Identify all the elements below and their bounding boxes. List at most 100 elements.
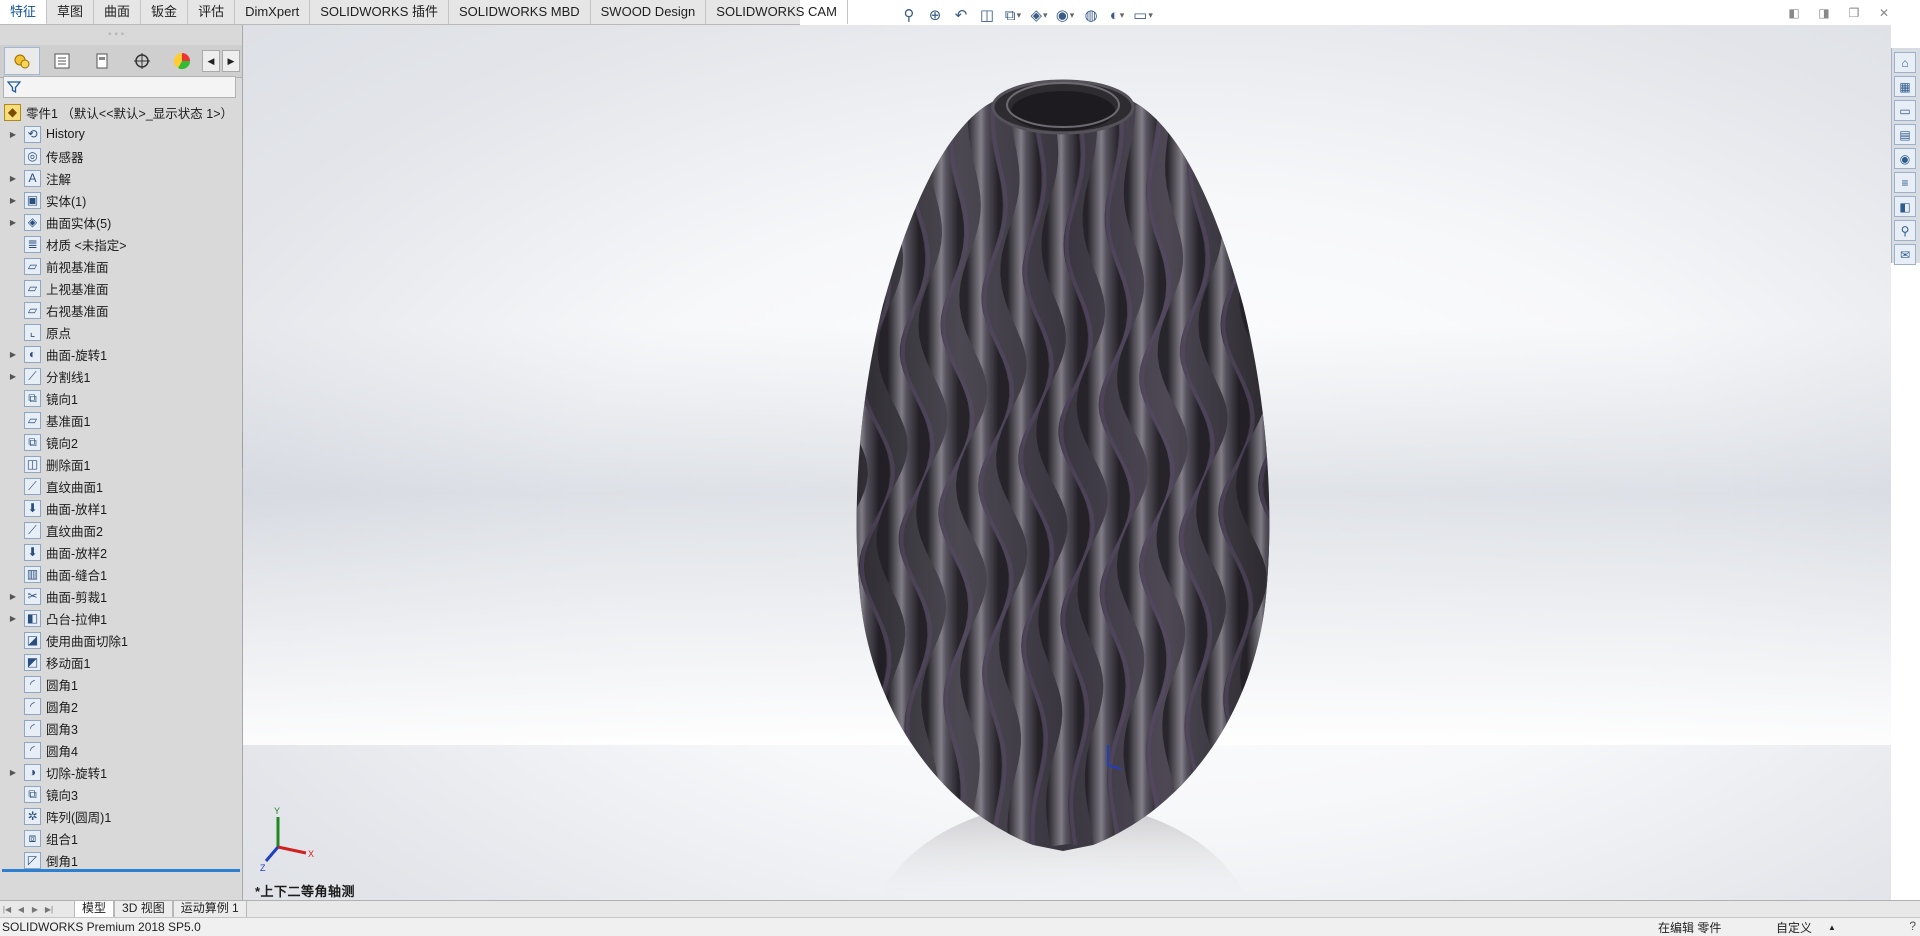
zoom-to-fit-icon[interactable]: ⚲	[898, 4, 920, 26]
property-manager-tab-icon[interactable]	[44, 47, 80, 75]
tree-item[interactable]: ◪ 使用曲面切除1	[0, 629, 242, 651]
tree-item[interactable]: ▶ A 注解	[0, 167, 242, 189]
display-style-icon[interactable]: ◈	[1028, 4, 1050, 26]
display-manager-tab-icon[interactable]	[164, 47, 200, 75]
expand-arrow-icon[interactable]: ▶	[8, 130, 18, 139]
tree-item[interactable]: ◜ 圆角3	[0, 717, 242, 739]
tree-root-part[interactable]: ◆ 零件1 （默认<<默认>_显示状态 1>）	[0, 101, 242, 123]
command-tab[interactable]: 特征	[0, 0, 48, 24]
search-help-icon[interactable]: ⚲	[1894, 220, 1916, 241]
tree-item[interactable]: ▶ ◧ 凸台-拉伸1	[0, 607, 242, 629]
units-dropdown-icon[interactable]: ▲	[1828, 923, 1836, 932]
tree-item[interactable]: ▶ ◑ 切除-旋转1	[0, 761, 242, 783]
tree-item[interactable]: ◜ 圆角4	[0, 739, 242, 761]
tree-rollback-bar[interactable]	[2, 869, 240, 872]
tree-item[interactable]: ⬇ 曲面-放样2	[0, 541, 242, 563]
help-icon[interactable]: ?	[1909, 919, 1916, 933]
file-explorer-icon[interactable]: ▭	[1894, 100, 1916, 121]
expand-arrow-icon[interactable]: ▶	[8, 768, 18, 777]
forum-icon[interactable]: ✉	[1894, 244, 1916, 265]
apply-scene-icon[interactable]: ◐	[1106, 4, 1128, 26]
tree-item[interactable]: ⬇ 曲面-放样1	[0, 497, 242, 519]
tabs-scroll-right-icon[interactable]: ▶	[222, 50, 240, 72]
tree-item[interactable]: ▱ 上视基准面	[0, 277, 242, 299]
tree-item[interactable]: ▶ ⟲ History	[0, 123, 242, 145]
tree-item[interactable]: ▱ 右视基准面	[0, 299, 242, 321]
command-tab[interactable]: 钣金	[141, 0, 189, 24]
command-tab[interactable]: SOLIDWORKS CAM	[706, 0, 848, 24]
tree-item[interactable]: ✲ 阵列(圆周)1	[0, 805, 242, 827]
design-library-icon[interactable]: ▦	[1894, 76, 1916, 97]
tab-model[interactable]: 模型	[74, 901, 115, 917]
close-icon[interactable]: ✕	[1874, 4, 1894, 22]
configuration-manager-tab-icon[interactable]	[84, 47, 120, 75]
dimxpert-manager-tab-icon[interactable]	[124, 47, 160, 75]
prev-tab-icon[interactable]: ◀	[14, 905, 28, 914]
command-tab[interactable]: 曲面	[94, 0, 142, 24]
tab-motion-study[interactable]: 运动算例 1	[172, 901, 247, 917]
panel-collapse-grip[interactable]: ◦ ◦ ◦	[108, 29, 124, 40]
expand-arrow-icon[interactable]: ▶	[8, 196, 18, 205]
feature-manager-tab-icon[interactable]	[4, 47, 40, 75]
first-tab-icon[interactable]: |◀	[0, 905, 14, 914]
tolerance-analysis-icon[interactable]: ◧	[1894, 196, 1916, 217]
tab-3d-views[interactable]: 3D 视图	[114, 901, 173, 917]
tree-item[interactable]: ▶ ▣ 实体(1)	[0, 189, 242, 211]
custom-properties-icon[interactable]: ≡	[1894, 172, 1916, 193]
tree-item[interactable]: ▱ 前视基准面	[0, 255, 242, 277]
graphics-area[interactable]: Y X Z *上下二等角轴测	[243, 25, 1891, 900]
expand-arrow-icon[interactable]: ▶	[8, 592, 18, 601]
tree-item[interactable]: ⧉ 镜向1	[0, 387, 242, 409]
tree-item[interactable]: ▥ 曲面-缝合1	[0, 563, 242, 585]
previous-view-icon[interactable]: ↶	[950, 4, 972, 26]
section-view-icon[interactable]: ◫	[976, 4, 998, 26]
feature-filter-input[interactable]	[3, 76, 236, 98]
tree-item[interactable]: ▶ ◐ 曲面-旋转1	[0, 343, 242, 365]
tree-item[interactable]: ⟋ 直纹曲面2	[0, 519, 242, 541]
command-tab[interactable]: 评估	[188, 0, 236, 24]
units-selector[interactable]: 自定义	[1776, 919, 1812, 936]
tree-item[interactable]: ◸ 倒角1	[0, 849, 242, 871]
tree-item[interactable]: ◩ 移动面1	[0, 651, 242, 673]
zoom-area-icon[interactable]: ⊕	[924, 4, 946, 26]
edit-appearance-icon[interactable]: ◍	[1080, 4, 1102, 26]
view-settings-icon[interactable]: ▭	[1132, 4, 1154, 26]
tree-item[interactable]: ⧉ 镜向3	[0, 783, 242, 805]
tree-item[interactable]: ◜ 圆角1	[0, 673, 242, 695]
tree-item[interactable]: ▱ 基准面1	[0, 409, 242, 431]
tree-item[interactable]: ▶ ◈ 曲面实体(5)	[0, 211, 242, 233]
command-tab[interactable]: 草图	[47, 0, 95, 24]
tree-item[interactable]: ▶ ✂ 曲面-剪裁1	[0, 585, 242, 607]
restore-icon[interactable]: ❐	[1844, 4, 1864, 22]
tabs-scroll-left-icon[interactable]: ◀	[202, 50, 220, 72]
tree-item[interactable]: ⌞ 原点	[0, 321, 242, 343]
tree-item[interactable]: ≣ 材质 <未指定>	[0, 233, 242, 255]
mirror-icon: ⧉	[24, 785, 41, 803]
tree-item[interactable]: ⧈ 组合1	[0, 827, 242, 849]
command-tab[interactable]: SWOOD Design	[591, 0, 707, 24]
appearances-scenes-icon[interactable]: ◉	[1894, 148, 1916, 169]
expand-arrow-icon[interactable]: ▶	[8, 174, 18, 183]
tree-item[interactable]: ◎ 传感器	[0, 145, 242, 167]
tile-left-icon[interactable]: ◧	[1784, 4, 1804, 22]
tree-item[interactable]: ⧉ 镜向2	[0, 431, 242, 453]
tree-item[interactable]: ⟋ 直纹曲面1	[0, 475, 242, 497]
expand-arrow-icon[interactable]: ▶	[8, 372, 18, 381]
expand-arrow-icon[interactable]: ▶	[8, 350, 18, 359]
tree-item[interactable]: ◫ 删除面1	[0, 453, 242, 475]
tree-item[interactable]: ◜ 圆角2	[0, 695, 242, 717]
solidworks-resources-icon[interactable]: ⌂	[1894, 52, 1916, 73]
vase-model[interactable]	[803, 45, 1343, 900]
command-tab[interactable]: SOLIDWORKS 插件	[310, 0, 450, 24]
view-palette-icon[interactable]: ▤	[1894, 124, 1916, 145]
tile-right-icon[interactable]: ◨	[1814, 4, 1834, 22]
command-tab[interactable]: DimXpert	[235, 0, 311, 24]
next-tab-icon[interactable]: ▶	[28, 905, 42, 914]
hide-show-icon[interactable]: ◉	[1054, 4, 1076, 26]
expand-arrow-icon[interactable]: ▶	[8, 614, 18, 623]
last-tab-icon[interactable]: ▶|	[42, 905, 56, 914]
tree-item[interactable]: ▶ ⟋ 分割线1	[0, 365, 242, 387]
expand-arrow-icon[interactable]: ▶	[8, 218, 18, 227]
command-tab[interactable]: SOLIDWORKS MBD	[449, 0, 591, 24]
view-orientation-icon[interactable]: ⧉	[1002, 4, 1024, 26]
